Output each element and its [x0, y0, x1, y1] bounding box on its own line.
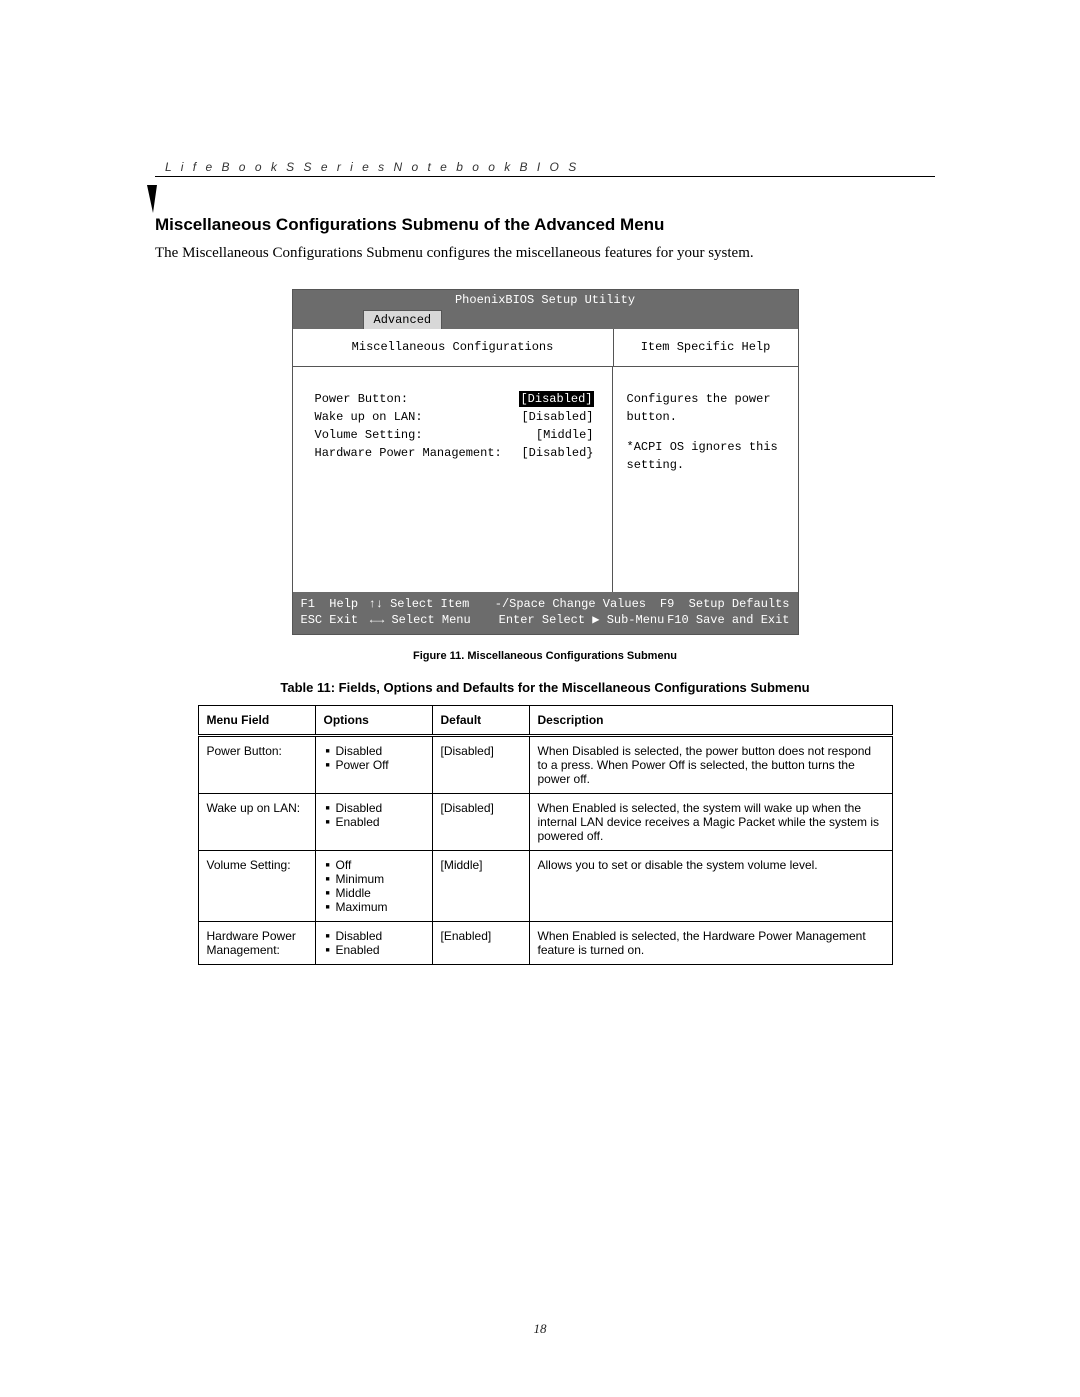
table-cell-options: DisabledEnabled	[315, 921, 432, 964]
table-cell-field: Volume Setting:	[198, 850, 315, 921]
bios-option-label: Volume Setting:	[315, 427, 423, 443]
bios-title: PhoenixBIOS Setup Utility	[293, 290, 798, 310]
options-table: Menu Field Options Default Description P…	[198, 705, 893, 965]
bios-screen: PhoenixBIOS Setup Utility Advanced Misce…	[292, 289, 799, 635]
table-cell-options: DisabledEnabled	[315, 793, 432, 850]
table-cell-field: Hardware Power Management:	[198, 921, 315, 964]
bios-hint: -/Space Change Values	[495, 596, 660, 612]
bios-option-row[interactable]: Power Button: [Disabled]	[315, 391, 594, 407]
bios-option-label: Wake up on LAN:	[315, 409, 423, 425]
option-item: Power Off	[338, 758, 424, 772]
option-item: Off	[338, 858, 424, 872]
table-cell-default: [Disabled]	[432, 793, 529, 850]
bios-tab-advanced[interactable]: Advanced	[363, 310, 443, 329]
table-cell-description: When Enabled is selected, the Hardware P…	[529, 921, 892, 964]
bios-help-line: setting.	[627, 457, 784, 473]
table-cell-options: OffMinimumMiddleMaximum	[315, 850, 432, 921]
table-caption: Table 11: Fields, Options and Defaults f…	[155, 680, 935, 695]
bios-help-panel: Configures the power button. *ACPI OS ig…	[613, 367, 798, 592]
table-cell-description: When Disabled is selected, the power but…	[529, 735, 892, 793]
bios-hint: ↑↓ Select Item	[368, 596, 494, 612]
table-cell-options: DisabledPower Off	[315, 735, 432, 793]
bios-left-header: Miscellaneous Configurations	[293, 329, 613, 366]
bios-help-line: Configures the power	[627, 391, 784, 407]
table-row: Power Button:DisabledPower Off[Disabled]…	[198, 735, 892, 793]
figure-caption: Figure 11. Miscellaneous Configurations …	[155, 650, 935, 662]
intro-paragraph: The Miscellaneous Configurations Submenu…	[155, 243, 935, 264]
bios-hint: F9 Setup Defaults	[660, 596, 790, 612]
table-cell-description: Allows you to set or disable the system …	[529, 850, 892, 921]
table-cell-description: When Enabled is selected, the system wil…	[529, 793, 892, 850]
table-row: Hardware Power Management:DisabledEnable…	[198, 921, 892, 964]
page-number: 18	[0, 1321, 1080, 1337]
table-cell-default: [Disabled]	[432, 735, 529, 793]
bios-option-label: Hardware Power Management:	[315, 445, 502, 461]
bios-tabbar: Advanced	[293, 310, 798, 329]
bios-option-label: Power Button:	[315, 391, 409, 407]
document-page: L i f e B o o k S S e r i e s N o t e b …	[0, 0, 1080, 1397]
bios-hint: F1 Help	[301, 596, 369, 612]
table-row: Volume Setting:OffMinimumMiddleMaximum[M…	[198, 850, 892, 921]
bios-help-line: *ACPI OS ignores this	[627, 439, 784, 455]
bios-option-value[interactable]: [Disabled}	[521, 445, 593, 461]
option-item: Disabled	[338, 929, 424, 943]
running-header: L i f e B o o k S S e r i e s N o t e b …	[155, 160, 935, 174]
option-item: Maximum	[338, 900, 424, 914]
option-item: Disabled	[338, 744, 424, 758]
table-row: Wake up on LAN:DisabledEnabled[Disabled]…	[198, 793, 892, 850]
bios-options-panel: Power Button: [Disabled] Wake up on LAN:…	[293, 367, 613, 592]
bios-footer: F1 Help ↑↓ Select Item -/Space Change Va…	[293, 592, 798, 634]
bios-option-row[interactable]: Hardware Power Management: [Disabled}	[315, 445, 594, 461]
option-item: Minimum	[338, 872, 424, 886]
rule-line	[155, 176, 935, 177]
option-item: Middle	[338, 886, 424, 900]
header-wedge-icon	[147, 185, 157, 213]
bios-hint: F10 Save and Exit	[667, 612, 789, 628]
table-cell-field: Wake up on LAN:	[198, 793, 315, 850]
bios-hint: ESC Exit	[301, 612, 370, 628]
option-item: Disabled	[338, 801, 424, 815]
bios-right-header: Item Specific Help	[614, 329, 798, 366]
bios-option-value[interactable]: [Disabled]	[521, 409, 593, 425]
table-cell-field: Power Button:	[198, 735, 315, 793]
bios-option-value[interactable]: [Disabled]	[519, 391, 593, 407]
bios-option-row[interactable]: Volume Setting: [Middle]	[315, 427, 594, 443]
table-cell-default: [Enabled]	[432, 921, 529, 964]
bios-option-row[interactable]: Wake up on LAN: [Disabled]	[315, 409, 594, 425]
option-item: Enabled	[338, 815, 424, 829]
table-header-cell: Options	[315, 705, 432, 735]
bios-hint: Enter Select ▶ Sub-Menu	[499, 612, 667, 628]
bios-hint: ←→ Select Menu	[370, 612, 499, 628]
table-header-cell: Menu Field	[198, 705, 315, 735]
bios-option-value[interactable]: [Middle]	[536, 427, 594, 443]
section-title: Miscellaneous Configurations Submenu of …	[155, 215, 935, 235]
table-header-row: Menu Field Options Default Description	[198, 705, 892, 735]
bios-help-line: button.	[627, 409, 784, 425]
table-cell-default: [Middle]	[432, 850, 529, 921]
table-header-cell: Default	[432, 705, 529, 735]
option-item: Enabled	[338, 943, 424, 957]
table-header-cell: Description	[529, 705, 892, 735]
